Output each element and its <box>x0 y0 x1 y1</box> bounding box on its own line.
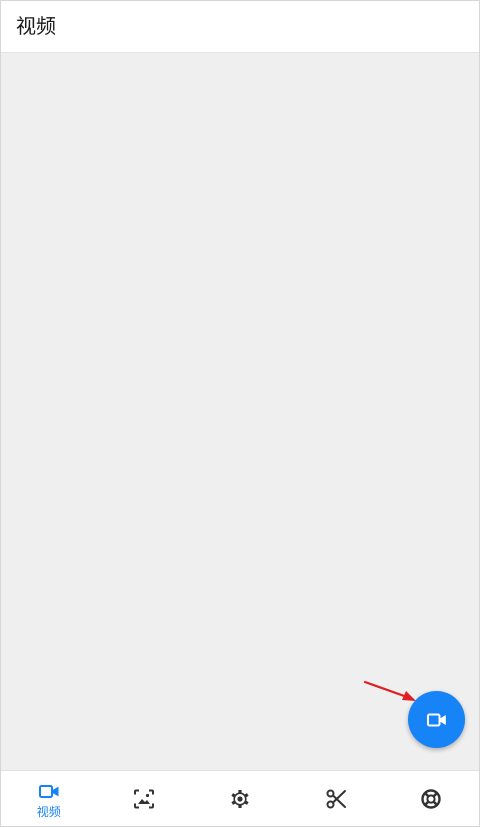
app-window: 视频 视频 <box>0 0 480 827</box>
nav-tab-help[interactable] <box>383 771 479 826</box>
video-list-area <box>1 53 479 770</box>
video-camera-icon <box>38 784 59 798</box>
page-title: 视频 <box>16 14 56 38</box>
record-video-fab[interactable] <box>408 691 465 748</box>
bottom-navigation: 视频 <box>1 770 479 826</box>
lifebuoy-icon <box>421 788 441 809</box>
nav-tab-edit[interactable] <box>288 771 384 826</box>
nav-tab-settings[interactable] <box>192 771 288 826</box>
image-frame-icon <box>134 789 155 808</box>
nav-tab-video-label: 视频 <box>36 804 61 819</box>
video-camera-icon <box>426 713 446 726</box>
scissors-icon <box>326 789 346 808</box>
gear-icon <box>231 789 249 808</box>
nav-tab-image[interactable] <box>97 771 193 826</box>
app-bar: 视频 <box>1 1 479 53</box>
nav-tab-video[interactable]: 视频 <box>1 771 97 826</box>
